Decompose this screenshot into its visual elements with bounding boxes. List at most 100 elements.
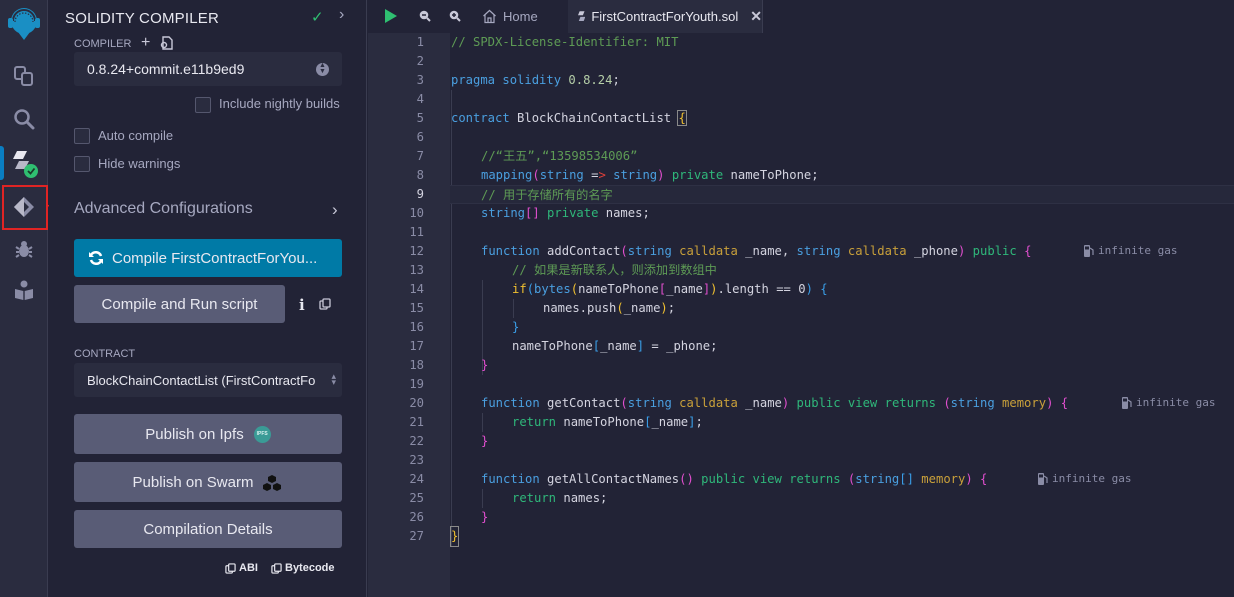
code-token: return bbox=[512, 415, 557, 429]
bytecode-label: Bytecode bbox=[285, 562, 335, 574]
code-token: pragma solidity bbox=[451, 73, 562, 87]
line-number: 12 bbox=[409, 244, 424, 258]
line-number: 11 bbox=[409, 225, 424, 239]
custom-compiler-icon[interactable] bbox=[159, 36, 173, 50]
code-content[interactable]: // SPDX-License-Identifier: MIT pragma s… bbox=[449, 33, 1234, 597]
debugger-icon[interactable] bbox=[0, 229, 48, 269]
compiler-version-value: 0.8.24+commit.e11b9ed9 bbox=[87, 61, 245, 77]
publish-ipfs-button[interactable]: Publish on Ipfs IPFS bbox=[74, 414, 342, 454]
solidity-file-icon bbox=[578, 11, 586, 21]
publish-ipfs-label: Publish on Ipfs bbox=[145, 425, 244, 443]
editor-tab-bar: Home FirstContractForYouth.sol ✕ bbox=[368, 0, 1234, 33]
code-line-27: } bbox=[449, 526, 1234, 547]
tab-home[interactable]: Home bbox=[482, 0, 538, 33]
abi-label: ABI bbox=[239, 562, 258, 574]
code-token: nameToPhone bbox=[556, 415, 645, 429]
line-number: 4 bbox=[416, 92, 424, 106]
tab-first-contract[interactable]: FirstContractForYouth.sol ✕ bbox=[568, 0, 763, 33]
code-editor: Home FirstContractForYouth.sol ✕ 1234567… bbox=[368, 0, 1234, 597]
run-script-icon[interactable] bbox=[384, 8, 398, 24]
add-compiler-icon[interactable]: + bbox=[141, 34, 150, 52]
code-token: string bbox=[950, 396, 995, 410]
gas-label: infinite gas bbox=[1052, 472, 1132, 485]
code-token: memory bbox=[994, 396, 1047, 410]
include-nightly-checkbox[interactable] bbox=[195, 97, 211, 113]
close-icon[interactable]: ✕ bbox=[750, 8, 762, 25]
code-token: nameToPhone bbox=[512, 339, 593, 353]
code-token: = _phone; bbox=[644, 339, 718, 353]
line-number: 7 bbox=[416, 149, 424, 163]
hide-warnings-checkbox[interactable] bbox=[74, 156, 90, 172]
code-line-14: if(bytes(nameToPhone[_name]).length == 0… bbox=[512, 282, 828, 296]
code-line-22: } bbox=[481, 434, 489, 448]
code-token: public view returns bbox=[693, 472, 848, 486]
compile-button[interactable]: Compile FirstContractForYou... bbox=[74, 239, 342, 277]
code-token: return bbox=[512, 491, 557, 505]
code-token: // 如果是新联系人，则添加到数组中 bbox=[512, 263, 717, 277]
auto-compile-label: Auto compile bbox=[98, 128, 174, 143]
compilation-details-button[interactable]: Compilation Details bbox=[74, 510, 342, 548]
advanced-configurations-toggle[interactable]: Advanced Configurations bbox=[74, 200, 253, 218]
solidity-compiler-panel: SOLIDITY COMPILER ✓ › COMPILER + 0.8.24+… bbox=[49, 0, 367, 597]
copy-bytecode-button[interactable]: Bytecode bbox=[271, 562, 335, 574]
line-number: 24 bbox=[409, 472, 424, 486]
code-token: _name bbox=[666, 282, 703, 296]
compile-and-run-button[interactable]: Compile and Run script bbox=[74, 285, 285, 323]
code-line-21: return nameToPhone[_name]; bbox=[512, 415, 703, 429]
line-number-gutter: 1 2 3 4 5 6 7 8 9 10 11 12 13 14 15 16 17 18 19 20 21 22 23 24 2… bbox=[368, 33, 450, 597]
publish-swarm-button[interactable]: Publish on Swarm bbox=[74, 462, 342, 502]
code-token: //“王五”,“13598534006” bbox=[481, 149, 638, 163]
copy-abi-button[interactable]: ABI bbox=[225, 562, 258, 574]
code-token: _phone bbox=[906, 244, 958, 258]
code-token: names.push bbox=[543, 301, 617, 315]
auto-compile-checkbox[interactable] bbox=[74, 128, 90, 144]
code-token: string bbox=[605, 168, 658, 182]
code-token: calldata bbox=[840, 244, 907, 258]
line-number: 2 bbox=[416, 54, 424, 68]
info-icon[interactable]: i bbox=[299, 296, 305, 314]
compiler-version-select[interactable]: 0.8.24+commit.e11b9ed9 ▲ ▼ bbox=[74, 52, 342, 86]
code-token: calldata bbox=[671, 396, 738, 410]
line-number: 14 bbox=[409, 282, 424, 296]
search-icon[interactable] bbox=[0, 99, 48, 139]
code-token: string bbox=[627, 396, 672, 410]
contract-label: CONTRACT bbox=[74, 348, 136, 360]
contract-select[interactable]: BlockChainContactList (FirstContractFo ▴… bbox=[74, 363, 342, 397]
code-token: string bbox=[796, 244, 841, 258]
icon-panel bbox=[0, 0, 48, 597]
code-token: bytes bbox=[534, 282, 571, 296]
code-token: nameToPhone; bbox=[723, 168, 819, 182]
learneth-icon[interactable] bbox=[0, 270, 48, 310]
code-token: string bbox=[855, 472, 900, 486]
gas-estimate: infinite gas bbox=[1122, 396, 1215, 409]
select-arrows-icon: ▲ ▼ bbox=[316, 62, 329, 76]
code-token: public bbox=[965, 244, 1017, 258]
file-explorer-icon[interactable] bbox=[0, 56, 48, 96]
line-number: 9 bbox=[416, 187, 424, 201]
chevron-right-icon[interactable]: › bbox=[339, 6, 344, 24]
remix-ide: SOLIDITY COMPILER ✓ › COMPILER + 0.8.24+… bbox=[0, 0, 1234, 597]
ipfs-icon: IPFS bbox=[253, 425, 271, 443]
publish-swarm-label: Publish on Swarm bbox=[132, 473, 254, 491]
line-number: 6 bbox=[416, 130, 424, 144]
code-token: nameToPhone bbox=[578, 282, 659, 296]
line-number: 1 bbox=[416, 35, 424, 49]
chevron-right-icon[interactable]: › bbox=[332, 200, 338, 220]
line-number: 3 bbox=[416, 73, 424, 87]
code-line-25: return names; bbox=[450, 489, 1234, 508]
code-line-26: } bbox=[481, 510, 489, 524]
line-number: 26 bbox=[409, 510, 424, 524]
gas-pump-icon bbox=[1084, 244, 1094, 257]
code-line-8: mapping(string => string) private nameTo… bbox=[481, 168, 819, 182]
copy-icon[interactable] bbox=[319, 298, 331, 310]
code-line-10: string[] private names; bbox=[481, 206, 650, 220]
line-number: 15 bbox=[409, 301, 424, 315]
gas-label: infinite gas bbox=[1136, 396, 1216, 409]
line-number: 23 bbox=[409, 453, 424, 467]
zoom-out-icon[interactable] bbox=[419, 10, 431, 22]
solidity-compiler-icon[interactable] bbox=[0, 143, 48, 183]
line-number: 8 bbox=[416, 168, 424, 182]
gas-label: infinite gas bbox=[1098, 244, 1178, 257]
zoom-in-icon[interactable] bbox=[449, 10, 461, 22]
remix-logo-icon[interactable] bbox=[0, 2, 48, 46]
